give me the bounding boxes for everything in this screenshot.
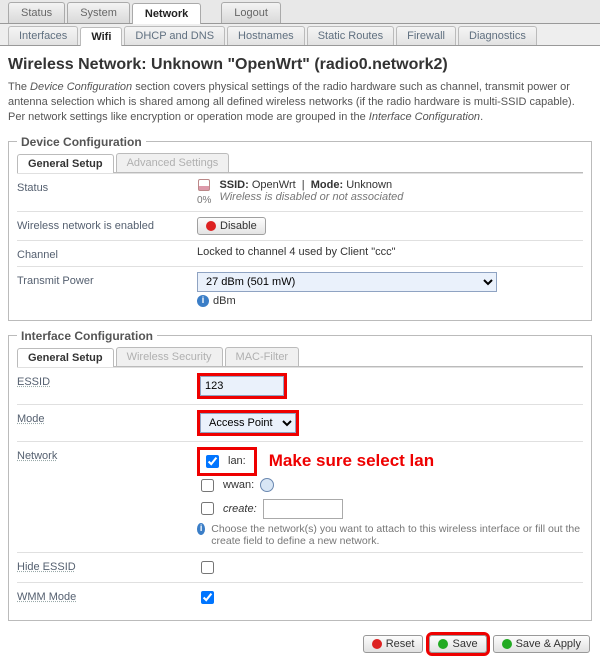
device-configuration-legend: Device Configuration [17,135,146,149]
network-create-checkbox[interactable] [201,502,214,515]
hide-essid-label: Hide ESSID [17,558,197,573]
save-button[interactable]: Save [429,635,486,653]
reset-icon [372,639,382,649]
reset-button[interactable]: Reset [363,635,424,653]
intro-text: The Device Configuration section covers … [8,80,592,125]
subtab-interfaces[interactable]: Interfaces [8,26,78,45]
iface-tab-mac-filter[interactable]: MAC-Filter [225,347,300,366]
mode-label: Mode [17,410,197,425]
txpower-label: Transmit Power [17,272,197,287]
tab-status[interactable]: Status [8,2,65,23]
network-create-input[interactable] [263,499,343,519]
subtab-diagnostics[interactable]: Diagnostics [458,26,537,45]
subtab-firewall[interactable]: Firewall [396,26,456,45]
iface-tab-security[interactable]: Wireless Security [116,347,223,366]
disable-button[interactable]: Disable [197,217,266,235]
signal-percent: 0% [197,195,211,206]
subtab-wifi[interactable]: Wifi [80,27,122,46]
interface-configuration-legend: Interface Configuration [17,329,157,343]
channel-value: Locked to channel 4 used by Client "ccc" [197,246,583,258]
essid-input[interactable] [200,376,284,396]
save-icon [438,639,448,649]
wmm-checkbox[interactable] [201,591,214,604]
network-lan-highlight: lan: [197,447,257,476]
page-title: Wireless Network: Unknown "OpenWrt" (rad… [8,56,592,74]
wmm-label: WMM Mode [17,588,197,603]
txpower-unit: dBm [213,295,236,307]
signal-icon [198,179,210,191]
device-tabs: General Setup Advanced Settings [17,153,583,173]
network-lan-label: lan: [228,455,246,467]
mode-select[interactable]: Access Point [200,413,296,433]
network-wwan-label: wwan: [223,479,254,491]
disable-icon [206,221,216,231]
tab-logout[interactable]: Logout [221,2,281,23]
mode-highlight: Access Point [197,410,299,436]
network-wwan-checkbox[interactable] [201,479,214,492]
subtab-hostnames[interactable]: Hostnames [227,26,305,45]
save-apply-button[interactable]: Save & Apply [493,635,590,653]
network-create-label: create: [223,503,257,515]
subtab-static-routes[interactable]: Static Routes [307,26,394,45]
wireless-enabled-label: Wireless network is enabled [17,217,197,232]
status-value: 0% SSID: OpenWrt | Mode: Unknown Wireles… [197,179,583,206]
interface-configuration-section: Interface Configuration General Setup Wi… [8,329,592,621]
info-icon: i [197,523,205,535]
txpower-select[interactable]: 27 dBm (501 mW) [197,272,497,292]
device-configuration-section: Device Configuration General Setup Advan… [8,135,592,321]
annotation-text: Make sure select lan [269,451,434,471]
device-tab-general[interactable]: General Setup [17,154,114,173]
essid-label: ESSID [17,373,197,388]
hide-essid-checkbox[interactable] [201,561,214,574]
info-icon: i [197,295,209,307]
save-apply-icon [502,639,512,649]
network-hint: i Choose the network(s) you want to atta… [197,523,583,547]
tab-system[interactable]: System [67,2,130,23]
channel-label: Channel [17,246,197,261]
footer-buttons: Reset Save Save & Apply [0,629,600,663]
essid-highlight [197,373,287,399]
tab-network[interactable]: Network [132,3,201,24]
device-tab-advanced[interactable]: Advanced Settings [116,153,230,172]
iface-tab-general[interactable]: General Setup [17,348,114,367]
subtab-dhcp[interactable]: DHCP and DNS [124,26,225,45]
status-label: Status [17,179,197,194]
wwan-iface-icon [260,478,274,492]
network-lan-checkbox[interactable] [206,455,219,468]
network-label: Network [17,447,197,462]
main-tab-bar: Status System Network Logout [0,0,600,24]
sub-tab-bar: Interfaces Wifi DHCP and DNS Hostnames S… [0,24,600,46]
interface-tabs: General Setup Wireless Security MAC-Filt… [17,347,583,367]
